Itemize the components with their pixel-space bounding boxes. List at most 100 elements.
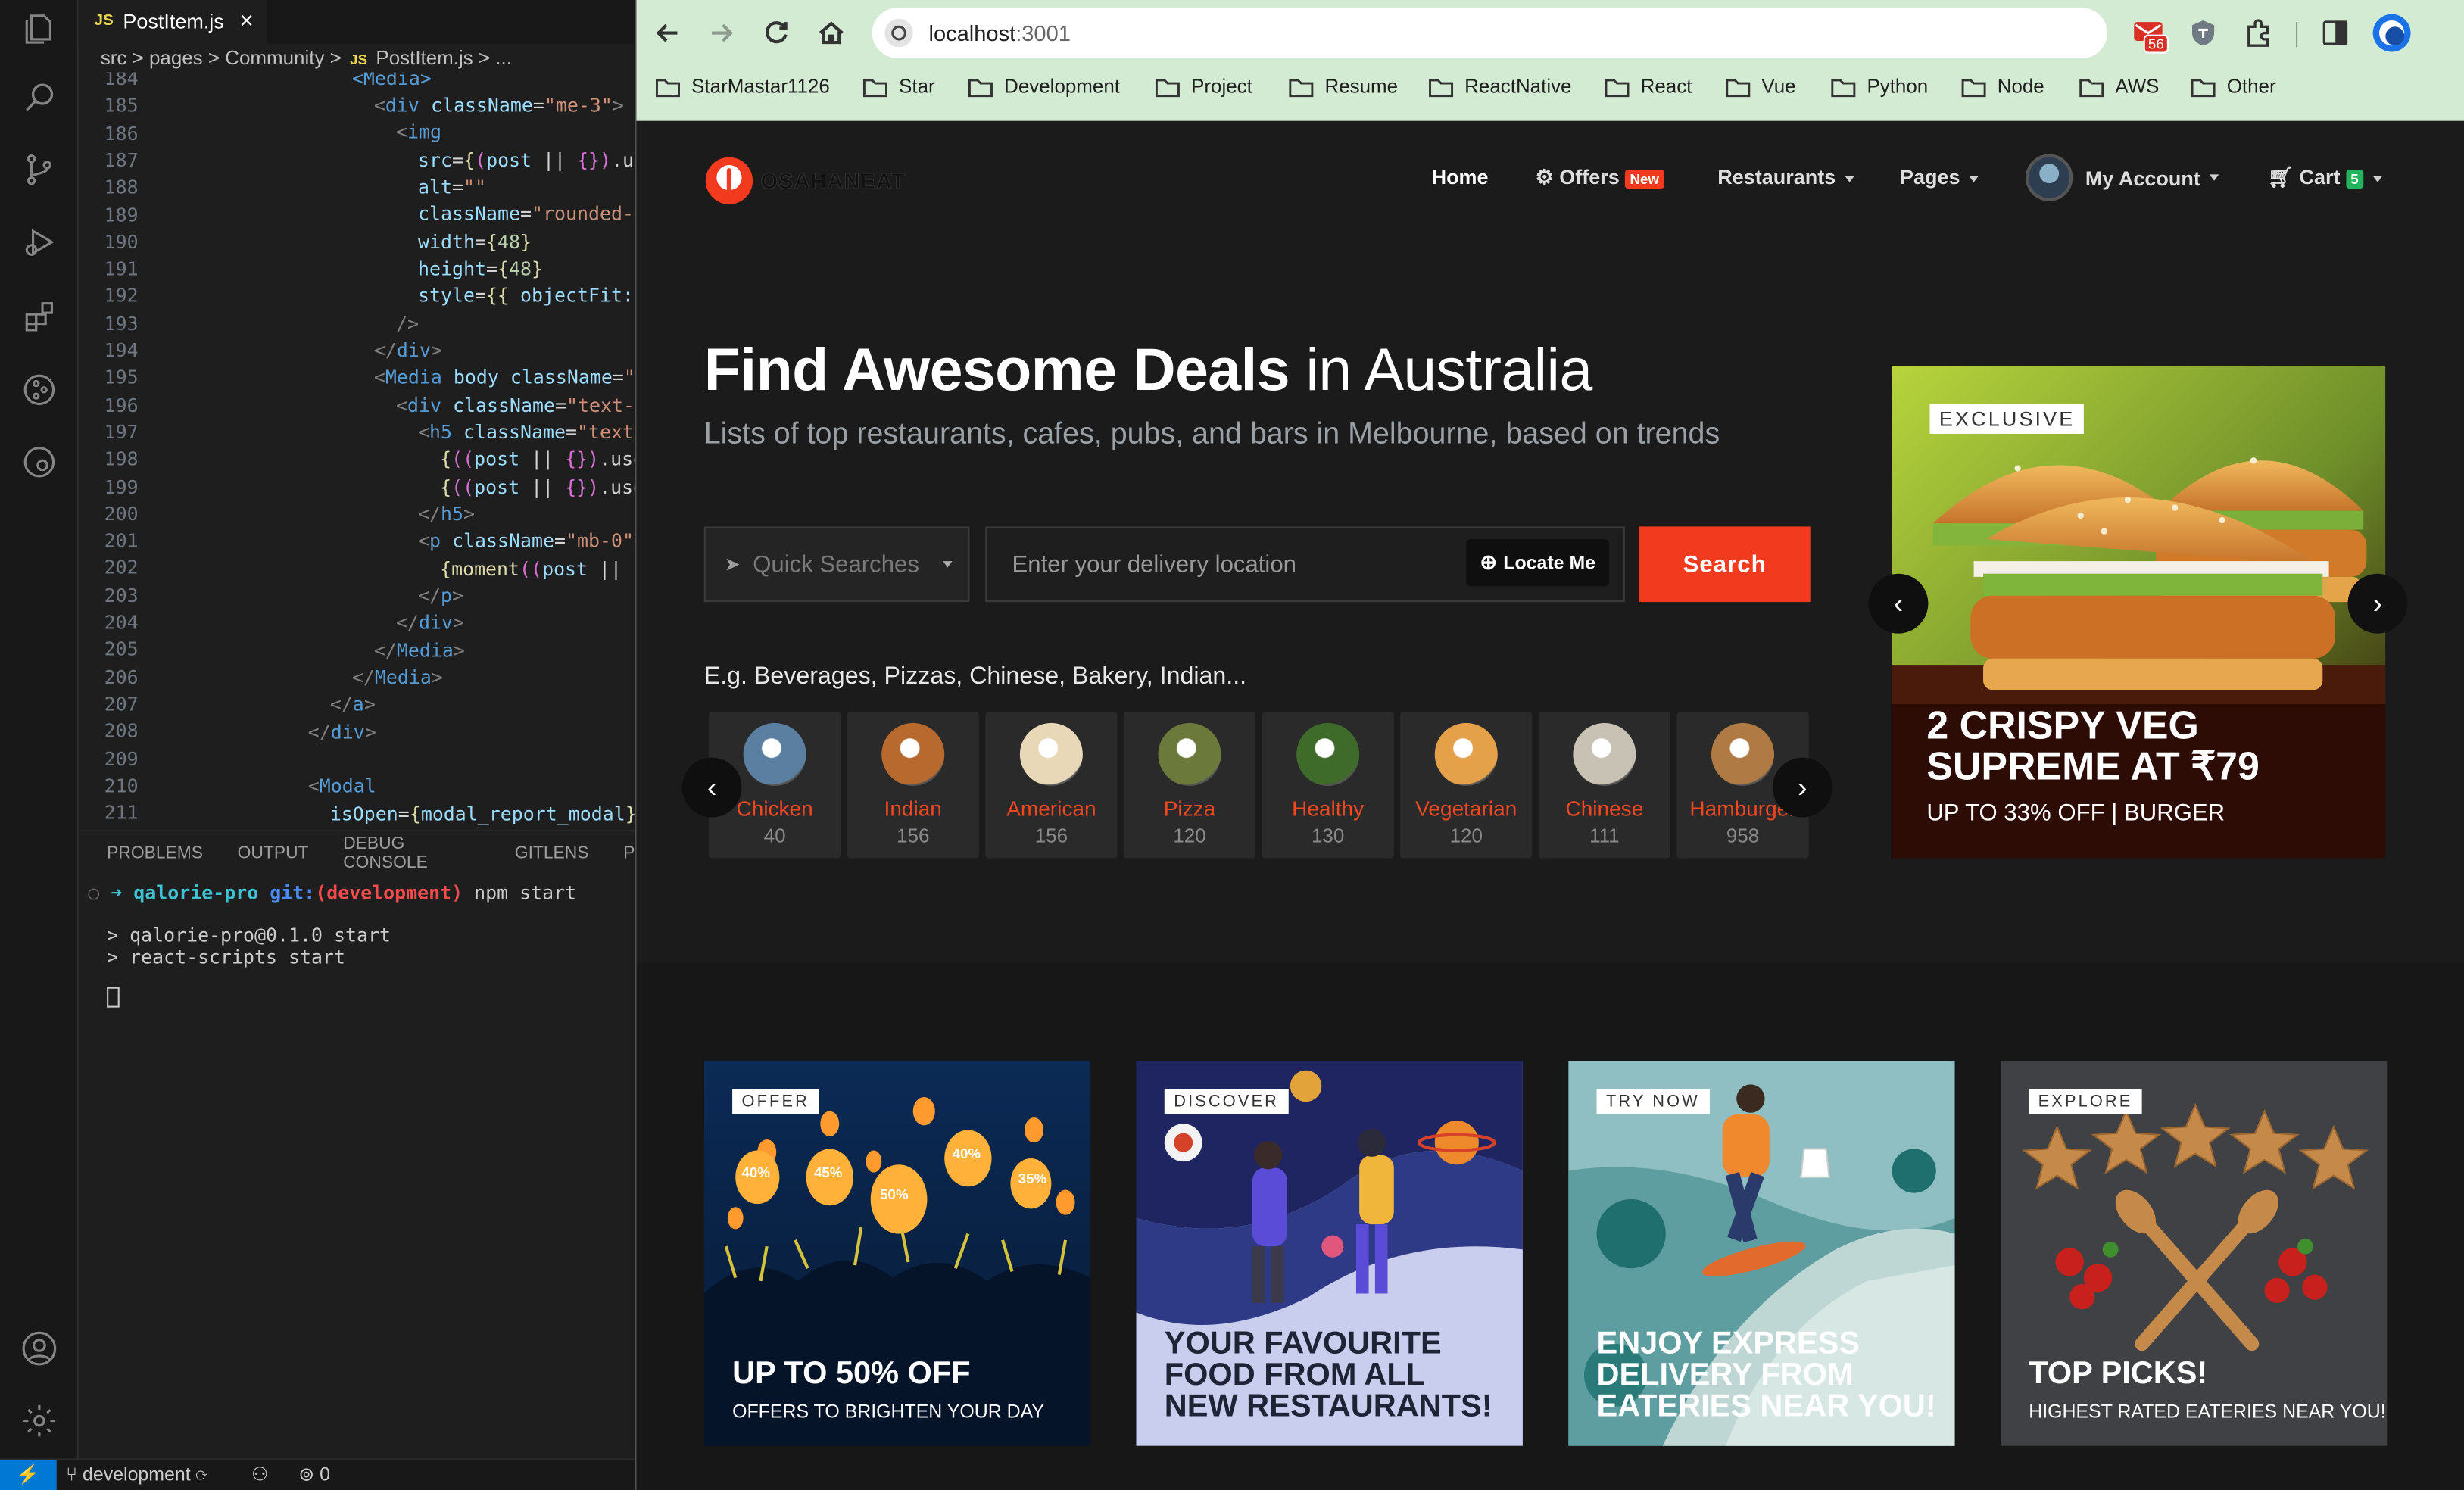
extensions-icon[interactable] xyxy=(20,298,58,336)
extensions-puzzle-icon[interactable] xyxy=(2242,17,2274,49)
mail-extension-icon[interactable]: 56 xyxy=(2132,19,2169,54)
prompt-git: git: xyxy=(270,881,316,904)
crumb-src[interactable]: src xyxy=(101,47,127,69)
back-arrow-icon[interactable] xyxy=(652,17,684,49)
banner-prev-button[interactable]: ‹ xyxy=(1868,573,1929,634)
gitlens-icon[interactable] xyxy=(20,371,58,409)
tab-problems[interactable]: PROBLEMS xyxy=(107,843,203,862)
bookmark-label: Project xyxy=(1191,75,1252,98)
tab-debug-console[interactable]: DEBUG CONSOLE xyxy=(343,834,480,871)
category-pizza[interactable]: Pizza 120 xyxy=(1123,712,1256,859)
nav-offers[interactable]: ⚙ Offers New xyxy=(1536,165,1664,190)
sync-icon[interactable]: ⟳ xyxy=(196,1464,207,1485)
nav-account[interactable]: My Account xyxy=(2026,154,2219,201)
shield-extension-icon[interactable] xyxy=(2189,19,2217,47)
status-bar: ⚡ ⑂ development ⟳ ⚇ ⊚ 0 xyxy=(0,1458,635,1490)
nav-home[interactable]: Home xyxy=(1432,165,1489,189)
category-count: 40 xyxy=(763,824,786,847)
forward-arrow-icon[interactable] xyxy=(706,17,738,49)
bookmark-aws[interactable]: AWS xyxy=(2079,76,2159,98)
offer-card[interactable]: 40% 45% 50% 40% 35% OFFER UP TO 50% OFF OFFE… xyxy=(703,1061,1091,1446)
git-branch-icon: ⑂ xyxy=(66,1463,78,1485)
bookmark-python[interactable]: Python xyxy=(1831,76,1928,98)
category-image xyxy=(1573,722,1636,786)
bookmark-resume[interactable]: Resume xyxy=(1289,76,1398,98)
promo-banner[interactable]: EXCLUSIVE 2 CRISPY VEG SUPREME AT ₹79 UP… xyxy=(1892,366,2386,859)
bookmark-vue[interactable]: Vue xyxy=(1726,76,1796,98)
live-share-icon[interactable]: ⚇ xyxy=(251,1464,268,1485)
bookmark-node[interactable]: Node xyxy=(1961,76,2044,98)
bookmark-development[interactable]: Development xyxy=(968,76,1120,98)
broadcast-icon: ⊚ xyxy=(298,1463,315,1485)
settings-gear-icon[interactable] xyxy=(20,1402,58,1440)
run-debug-icon[interactable] xyxy=(20,223,58,261)
line-number: 189 xyxy=(104,203,139,226)
tab-close-icon[interactable]: × xyxy=(240,8,254,34)
status-branch[interactable]: ⑂ development ⟳ xyxy=(66,1464,207,1485)
code-editor[interactable]: 184 185 186 187 188 189 190 191 192 193 194 195 196 1… xyxy=(79,72,635,830)
nav-restaurants[interactable]: Restaurants xyxy=(1717,165,1855,189)
source-control-icon[interactable] xyxy=(20,151,58,189)
category-name: Chinese xyxy=(1565,796,1644,821)
card-tag: TRY NOW xyxy=(1596,1089,1710,1114)
reload-icon[interactable] xyxy=(760,17,792,49)
locate-me-button[interactable]: ⊕ Locate Me xyxy=(1466,539,1610,587)
crumb-pages[interactable]: pages xyxy=(149,47,203,69)
bookmark-other[interactable]: Other xyxy=(2191,76,2276,98)
account-icon[interactable] xyxy=(20,1329,58,1367)
site-info-icon[interactable] xyxy=(884,18,913,48)
bookmark-starmastar1126[interactable]: StarMastar1126 xyxy=(655,76,830,98)
webpage: OSAHANEAT Home ⚙ Offers New Restaurants … xyxy=(636,120,2464,1490)
crumb-community[interactable]: Community xyxy=(225,47,324,69)
bookmark-project[interactable]: Project xyxy=(1155,76,1252,98)
line-number: 201 xyxy=(104,529,139,552)
caret-down-icon xyxy=(943,561,953,568)
category-american[interactable]: American 156 xyxy=(985,712,1118,859)
ports-indicator[interactable]: ⊚ 0 xyxy=(298,1464,330,1485)
quick-searches-dropdown[interactable]: ➤ Quick Searches xyxy=(703,526,970,603)
bookmark-label: Resume xyxy=(1324,75,1399,98)
tab-output[interactable]: OUTPUT xyxy=(238,843,309,862)
card-title-line-1: YOUR FAVOURITE xyxy=(1164,1326,1442,1361)
category-vegetarian[interactable]: Vegetarian 120 xyxy=(1400,712,1533,859)
line-number: 186 xyxy=(104,122,139,145)
address-bar[interactable]: localhost:3001 xyxy=(872,8,2107,58)
url-host: localhost xyxy=(928,20,1016,46)
category-chinese[interactable]: Chinese 111 xyxy=(1538,712,1671,859)
remote-indicator-icon[interactable]: ⚡ xyxy=(0,1460,57,1490)
banner-title: 2 CRISPY VEG SUPREME AT ₹79 xyxy=(1926,706,2260,787)
category-healthy[interactable]: Healthy 130 xyxy=(1262,712,1394,859)
category-indian[interactable]: Indian 156 xyxy=(847,712,979,859)
line-number: 187 xyxy=(104,148,139,172)
editor-tab[interactable]: JS PostItem.js × xyxy=(78,0,267,45)
terminal[interactable]: ○ ➜ qalorie-pro git:(development) npm st… xyxy=(79,874,635,1458)
category-name: American xyxy=(1006,796,1096,821)
tab-ports[interactable]: P xyxy=(623,843,635,862)
terminal-output-1: > qalorie-pro@0.1.0 start xyxy=(107,924,391,946)
banner-next-button[interactable]: › xyxy=(2347,573,2408,634)
nav-cart[interactable]: 🛒︎ Cart 5 xyxy=(2268,165,2382,190)
home-icon[interactable] xyxy=(816,17,847,49)
site-logo[interactable]: OSAHANEAT xyxy=(704,156,906,206)
category-name: Indian xyxy=(884,796,942,821)
carousel-prev-button[interactable]: ‹ xyxy=(681,757,742,818)
search-button[interactable]: Search xyxy=(1639,526,1811,603)
search-icon[interactable] xyxy=(20,79,58,117)
mail-badge: 56 xyxy=(2143,34,2169,54)
explorer-icon[interactable] xyxy=(20,9,58,47)
bookmark-reactnative[interactable]: ReactNative xyxy=(1428,76,1571,98)
crumb-file[interactable]: PostItem.js xyxy=(376,47,473,69)
bookmark-star[interactable]: Star xyxy=(862,76,935,98)
profile-avatar[interactable] xyxy=(2372,14,2411,52)
explore-card[interactable]: EXPLORE TOP PICKS! HIGHEST RATED EATERIE… xyxy=(2000,1061,2388,1446)
tab-gitlens[interactable]: GITLENS xyxy=(515,843,589,862)
folder-icon xyxy=(1605,78,1630,97)
bookmark-react[interactable]: React xyxy=(1605,76,1692,98)
discover-card[interactable]: DISCOVER YOUR FAVOURITE FOOD FROM ALL NE… xyxy=(1136,1061,1523,1446)
nav-pages[interactable]: Pages xyxy=(1900,165,1979,189)
side-panel-icon[interactable] xyxy=(2321,19,2349,47)
try-now-card[interactable]: TRY NOW ENJOY EXPRESS DELIVERY FROM EATE… xyxy=(1568,1061,1955,1446)
crumb-symbol[interactable]: ... xyxy=(495,47,512,69)
remote-explorer-icon[interactable] xyxy=(20,443,58,481)
carousel-next-button[interactable]: › xyxy=(1772,757,1832,818)
